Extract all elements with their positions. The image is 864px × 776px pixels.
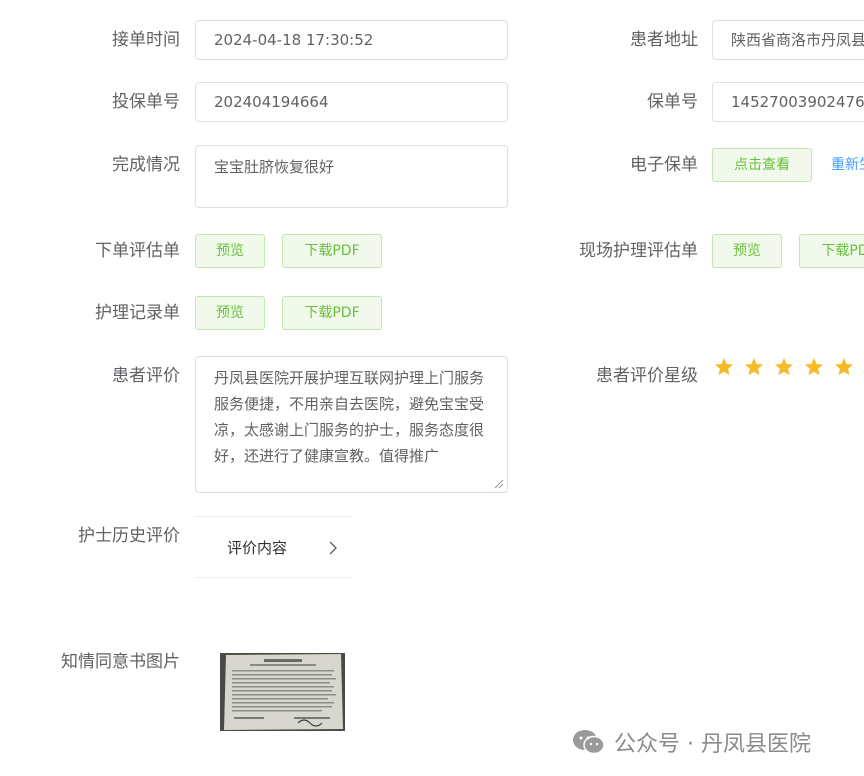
nursing-record-label: 护理记录单 <box>95 303 180 323</box>
policy-application-no-label: 投保单号 <box>112 92 180 112</box>
chevron-right-icon <box>329 541 337 555</box>
accept-time-label: 接单时间 <box>112 30 180 50</box>
completion-label: 完成情况 <box>112 155 180 175</box>
star-icon[interactable] <box>744 357 764 377</box>
patient-address-label: 患者地址 <box>630 30 698 50</box>
star-icon[interactable] <box>714 357 734 377</box>
patient-rating-label: 患者评价星级 <box>596 366 698 386</box>
watermark: 公众号 · 丹凤县医院 <box>572 727 811 757</box>
patient-address-input[interactable]: 陕西省商洛市丹凤县 <box>712 20 864 60</box>
accept-time-input[interactable]: 2024-04-18 17:30:52 <box>195 20 508 60</box>
patient-review-text: 丹凤县医院开展护理互联网护理上门服务服务便捷，不用亲自去医院，避免宝宝受凉，太感… <box>214 369 485 465</box>
onsite-assessment-download-pdf-button[interactable]: 下载PDF <box>799 234 864 268</box>
star-icon[interactable] <box>804 357 824 377</box>
policy-application-no-input[interactable]: 202404194664 <box>195 82 508 122</box>
consent-form-image <box>220 653 345 731</box>
patient-review-label: 患者评价 <box>112 366 180 386</box>
onsite-assessment-label: 现场护理评估单 <box>579 241 698 261</box>
e-policy-label: 电子保单 <box>630 155 698 175</box>
resize-handle-icon[interactable] <box>494 479 504 489</box>
consent-form-thumbnail[interactable] <box>220 653 345 731</box>
policy-no-label: 保单号 <box>647 92 698 112</box>
order-assessment-label: 下单评估单 <box>95 241 180 261</box>
nurse-history-item[interactable]: 评价内容 <box>195 516 352 578</box>
completion-textarea[interactable]: 宝宝肚脐恢复很好 <box>195 145 508 208</box>
onsite-assessment-preview-button[interactable]: 预览 <box>712 234 782 268</box>
order-assessment-preview-button[interactable]: 预览 <box>195 234 265 268</box>
consent-image-label: 知情同意书图片 <box>61 652 180 672</box>
policy-no-input[interactable]: 14527003902476 <box>712 82 864 122</box>
order-assessment-download-pdf-button[interactable]: 下载PDF <box>282 234 382 268</box>
star-icon[interactable] <box>774 357 794 377</box>
star-icon[interactable] <box>834 357 854 377</box>
watermark-text: 公众号 · 丹凤县医院 <box>614 732 811 757</box>
nurse-history-label: 护士历史评价 <box>78 526 180 546</box>
e-policy-view-button[interactable]: 点击查看 <box>712 148 812 182</box>
patient-review-textarea[interactable]: 丹凤县医院开展护理互联网护理上门服务服务便捷，不用亲自去医院，避免宝宝受凉，太感… <box>195 356 508 493</box>
nurse-history-item-label: 评价内容 <box>227 539 288 557</box>
nursing-record-download-pdf-button[interactable]: 下载PDF <box>282 296 382 330</box>
e-policy-regenerate-link[interactable]: 重新生成 <box>831 148 864 182</box>
nursing-record-preview-button[interactable]: 预览 <box>195 296 265 330</box>
wechat-icon <box>573 730 605 755</box>
